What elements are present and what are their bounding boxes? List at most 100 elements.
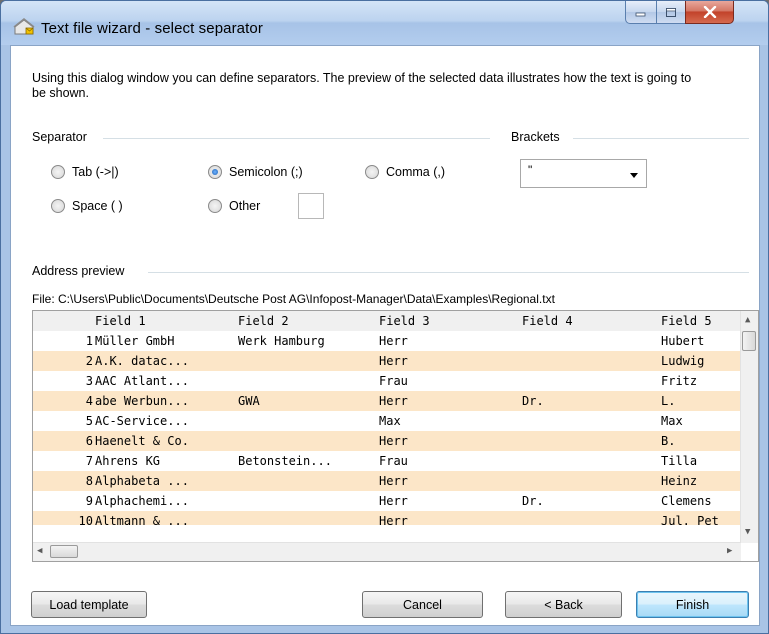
preview-table[interactable]: Field 1 Field 2 Field 3 Field 4 Field 5 … — [32, 310, 759, 562]
table-cell: Clemens — [661, 494, 712, 508]
table-cell: Ludwig — [661, 354, 705, 368]
table-cell: abe Werbun... — [95, 394, 189, 408]
row-number: 6 — [85, 434, 93, 448]
radio-comma-label: Comma (,) — [386, 165, 446, 179]
brackets-dropdown[interactable]: " — [520, 159, 647, 188]
table-cell — [238, 471, 376, 491]
table-header: Field 1 Field 2 Field 3 Field 4 Field 5 — [33, 311, 741, 331]
table-row[interactable]: 7 Ahrens KG Betonstein... Frau Tilla — [33, 451, 741, 471]
table-cell: GWA — [238, 394, 260, 408]
row-number: 10 — [78, 514, 93, 528]
minimize-button[interactable] — [625, 1, 657, 24]
column-header[interactable]: Field 1 — [95, 311, 146, 331]
radio-space-label: Space ( ) — [72, 199, 123, 213]
radio-tab-label: Tab (->|) — [72, 165, 119, 179]
radio-button-selected-icon[interactable] — [208, 165, 222, 179]
table-cell: Herr — [379, 514, 408, 528]
radio-comma[interactable]: Comma (,) — [365, 165, 445, 179]
chevron-down-icon[interactable] — [630, 173, 638, 178]
brackets-divider — [573, 138, 749, 139]
radio-other[interactable]: Other — [208, 199, 260, 213]
radio-space[interactable]: Space ( ) — [51, 199, 123, 213]
table-row[interactable]: 2 A.K. datac... Herr Ludwig — [33, 351, 741, 371]
table-cell — [238, 431, 376, 451]
table-cell — [522, 471, 658, 491]
table-cell: Haenelt & Co. — [95, 434, 189, 448]
horizontal-scrollbar[interactable]: ◀ ▶ — [33, 542, 741, 561]
table-cell: AC-Service... — [95, 414, 189, 428]
table-cell — [522, 371, 658, 391]
table-cell: Max — [379, 414, 401, 428]
load-template-button[interactable]: Load template — [31, 591, 147, 618]
table-cell: Tilla — [661, 454, 698, 468]
back-button[interactable]: < Back — [505, 591, 622, 618]
table-row[interactable]: 1 Müller GmbH Werk Hamburg Herr Hubert — [33, 331, 741, 351]
window-title: Text file wizard - select separator — [41, 20, 263, 37]
maximize-icon — [666, 7, 676, 17]
maximize-button[interactable] — [656, 1, 686, 24]
vertical-scrollbar[interactable]: ▲ ▼ — [740, 311, 758, 543]
horizontal-scroll-thumb[interactable] — [50, 545, 78, 558]
row-number: 4 — [85, 394, 93, 408]
radio-button-icon[interactable] — [51, 165, 65, 179]
scroll-up-icon[interactable]: ▲ — [745, 315, 750, 325]
scroll-down-icon[interactable]: ▼ — [745, 527, 750, 537]
vertical-scroll-thumb[interactable] — [742, 331, 756, 351]
table-cell — [238, 371, 376, 391]
table-cell — [522, 511, 658, 531]
table-row[interactable]: 4 abe Werbun... GWA Herr Dr. L. — [33, 391, 741, 411]
column-header[interactable]: Field 3 — [379, 311, 430, 331]
row-number: 8 — [85, 474, 93, 488]
table-cell: Dr. — [522, 494, 544, 508]
row-number: 5 — [85, 414, 93, 428]
table-cell — [238, 351, 376, 371]
table-cell: Herr — [379, 394, 408, 408]
scroll-right-icon[interactable]: ▶ — [727, 546, 732, 556]
radio-semicolon-label: Semicolon (;) — [229, 165, 303, 179]
scroll-left-icon[interactable]: ◀ — [37, 546, 42, 556]
table-cell: Heinz — [661, 474, 698, 488]
table-cell: Müller GmbH — [95, 334, 175, 348]
radio-tab[interactable]: Tab (->|) — [51, 165, 119, 179]
column-header[interactable]: Field 4 — [522, 311, 573, 331]
table-cell — [522, 411, 658, 431]
close-button[interactable] — [685, 1, 734, 24]
row-number: 1 — [85, 334, 93, 348]
app-icon — [13, 18, 35, 35]
close-icon — [703, 6, 716, 18]
radio-button-icon[interactable] — [365, 165, 379, 179]
table-cell: Alphabeta ... — [95, 474, 189, 488]
brackets-value: " — [528, 163, 533, 177]
table-cell: Herr — [379, 434, 408, 448]
table-row[interactable]: 6 Haenelt & Co. Herr B. — [33, 431, 741, 451]
title-bar[interactable]: Text file wizard - select separator — [1, 1, 768, 45]
radio-button-icon[interactable] — [208, 199, 222, 213]
table-row[interactable]: 5 AC-Service... Max Max — [33, 411, 741, 431]
table-cell — [522, 351, 658, 371]
table-cell: Alphachemi... — [95, 494, 189, 508]
column-header[interactable]: Field 2 — [238, 311, 289, 331]
radio-semicolon[interactable]: Semicolon (;) — [208, 165, 303, 179]
preview-divider — [148, 272, 749, 273]
radio-button-icon[interactable] — [51, 199, 65, 213]
other-separator-input[interactable] — [298, 193, 324, 219]
table-cell — [238, 511, 376, 531]
table-cell: Max — [661, 414, 683, 428]
table-cell: Ahrens KG — [95, 454, 161, 468]
file-path: File: C:\Users\Public\Documents\Deutsche… — [32, 292, 555, 306]
finish-button[interactable]: Finish — [636, 591, 749, 618]
separator-group-label: Separator — [32, 130, 87, 144]
preview-group-label: Address preview — [32, 264, 125, 278]
table-cell — [238, 411, 376, 431]
table-cell — [522, 451, 658, 471]
cancel-button[interactable]: Cancel — [362, 591, 483, 618]
description-text: Using this dialog window you can define … — [32, 71, 692, 100]
table-row[interactable]: 8 Alphabeta ... Herr Heinz — [33, 471, 741, 491]
table-row[interactable]: 3 AAC Atlant... Frau Fritz — [33, 371, 741, 391]
table-row[interactable]: 9 Alphachemi... Herr Dr. Clemens — [33, 491, 741, 511]
column-header[interactable]: Field 5 — [661, 311, 712, 331]
table-cell: Herr — [379, 494, 408, 508]
table-cell: B. — [661, 434, 676, 448]
row-number: 9 — [85, 494, 93, 508]
table-row[interactable]: 10 Altmann & ... Herr Jul. Pet — [33, 511, 741, 528]
